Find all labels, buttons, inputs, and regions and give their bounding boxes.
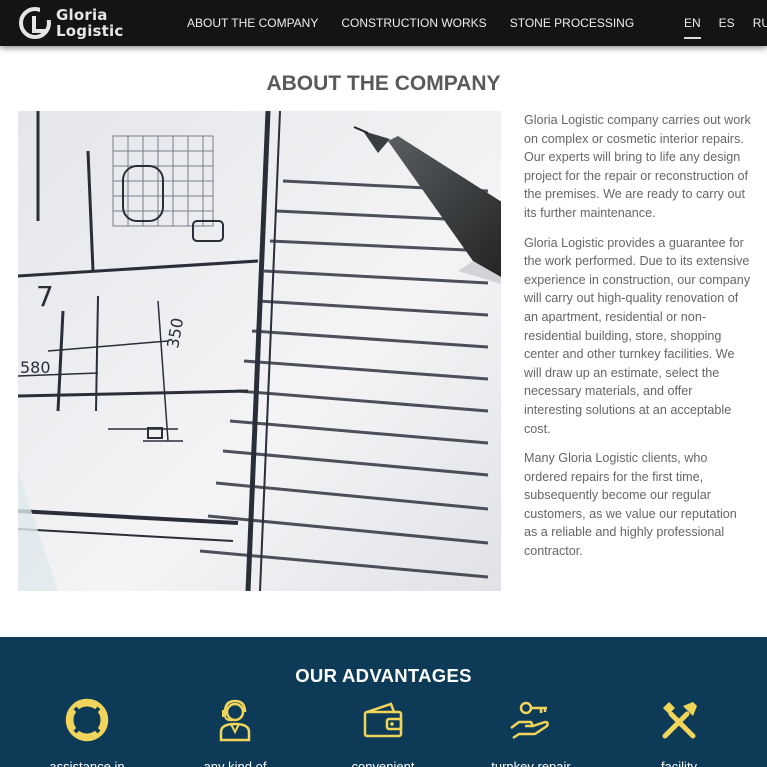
blueprint-drawing: 7 350 580 bbox=[18, 111, 501, 591]
about-title: ABOUT THE COMPANY bbox=[266, 72, 501, 95]
advantage-item-2: any kind of bbox=[160, 698, 310, 767]
advantage-label-1: assistance in bbox=[49, 759, 125, 767]
blueprint-label-7: 7 bbox=[36, 280, 54, 313]
lang-en[interactable]: EN bbox=[684, 16, 701, 39]
blueprint-image: 7 350 580 bbox=[18, 111, 501, 591]
advantage-item-5: facility bbox=[604, 698, 754, 767]
advantage-label-3: convenient bbox=[351, 759, 415, 767]
advantage-label-4: turnkey repair bbox=[491, 759, 571, 767]
advantage-label-5: facility bbox=[660, 759, 698, 767]
nav-about-the-company[interactable]: ABOUT THE COMPANY bbox=[187, 16, 318, 30]
about-paragraph-1: Gloria Logistic company carries out work… bbox=[524, 113, 751, 220]
main-nav: ABOUT THE COMPANY CONSTRUCTION WORKS STO… bbox=[187, 0, 657, 46]
about-paragraph-2: Gloria Logistic provides a guarantee for… bbox=[524, 235, 751, 436]
nav-stone-processing[interactable]: STONE PROCESSING bbox=[510, 16, 634, 30]
logo-mark-icon bbox=[19, 7, 54, 39]
nav-construction-works[interactable]: CONSTRUCTION WORKS bbox=[341, 16, 486, 30]
site-header: Gloria Logistic ABOUT THE COMPANY CONSTR… bbox=[0, 0, 767, 46]
tools-icon bbox=[662, 702, 697, 739]
logo-line-2: Logistic bbox=[56, 22, 124, 40]
advantages-section: OUR ADVANTAGES assistance in any kind of bbox=[0, 637, 767, 767]
lifebuoy-icon bbox=[65, 698, 109, 742]
advantages-title: OUR ADVANTAGES bbox=[295, 665, 472, 686]
lang-es[interactable]: ES bbox=[719, 16, 735, 30]
advantage-label-2: any kind of bbox=[203, 759, 267, 767]
advantage-item-4: turnkey repair bbox=[456, 698, 606, 767]
logo[interactable]: Gloria Logistic bbox=[18, 4, 123, 42]
language-switcher: EN ES RU bbox=[666, 0, 767, 46]
logo-text: Gloria Logistic bbox=[56, 7, 123, 39]
advantage-item-1: assistance in bbox=[12, 698, 162, 767]
support-agent-icon bbox=[219, 699, 251, 742]
key-in-hand-icon bbox=[510, 701, 549, 740]
about-description: Gloria Logistic company carries out work… bbox=[524, 111, 752, 572]
blueprint-label-580: 580 bbox=[20, 358, 51, 377]
advantage-item-3: convenient bbox=[308, 698, 458, 767]
wallet-icon bbox=[363, 702, 403, 738]
logo-line-1: Gloria bbox=[56, 6, 108, 24]
about-paragraph-3: Many Gloria Logistic clients, who ordere… bbox=[524, 451, 737, 559]
lang-ru[interactable]: RU bbox=[753, 16, 767, 30]
